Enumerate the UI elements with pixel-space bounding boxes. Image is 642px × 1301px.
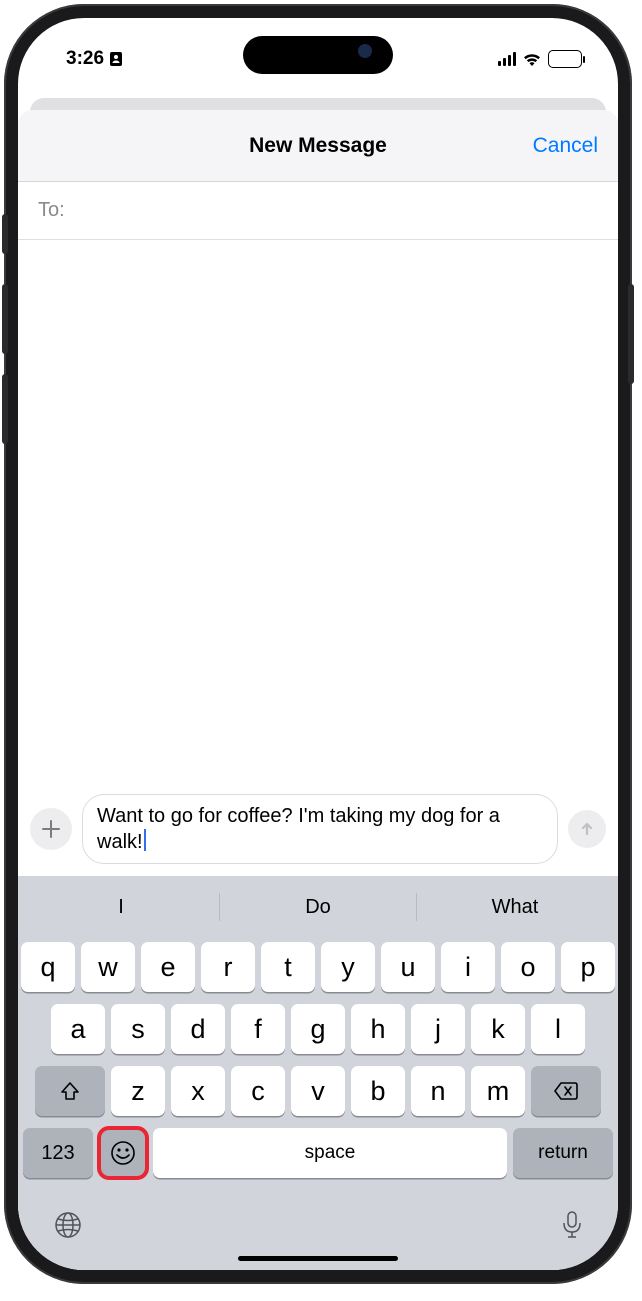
- key-z[interactable]: z: [111, 1066, 165, 1116]
- battery-level: 57: [559, 53, 571, 65]
- dictation-key[interactable]: [561, 1210, 583, 1245]
- text-cursor: [144, 829, 146, 851]
- key-j[interactable]: j: [411, 1004, 465, 1054]
- emoji-key[interactable]: [99, 1128, 147, 1178]
- key-row-3: z x c v b n m: [23, 1066, 613, 1116]
- microphone-icon: [561, 1210, 583, 1240]
- backspace-key[interactable]: [531, 1066, 601, 1116]
- compose-sheet: New Message Cancel To: Want to go for co…: [18, 110, 618, 1270]
- cancel-button[interactable]: Cancel: [533, 134, 598, 158]
- status-time: 3:26: [66, 48, 104, 70]
- return-key[interactable]: return: [513, 1128, 613, 1178]
- suggestion-2[interactable]: Do: [220, 896, 416, 919]
- key-n[interactable]: n: [411, 1066, 465, 1116]
- compose-row: Want to go for coffee? I'm taking my dog…: [18, 788, 618, 876]
- battery-indicator: 57: [548, 50, 582, 68]
- wifi-icon: [522, 52, 542, 67]
- key-row-2: a s d f g h j k l: [23, 1004, 613, 1054]
- message-input[interactable]: Want to go for coffee? I'm taking my dog…: [82, 794, 558, 864]
- key-v[interactable]: v: [291, 1066, 345, 1116]
- screen: 3:26 57 New Message Cancel To:: [18, 18, 618, 1270]
- volume-up-button: [2, 284, 8, 354]
- keyboard: I Do What q w e r t y u i o p: [18, 876, 618, 1270]
- key-b[interactable]: b: [351, 1066, 405, 1116]
- key-r[interactable]: r: [201, 942, 255, 992]
- key-o[interactable]: o: [501, 942, 555, 992]
- key-u[interactable]: u: [381, 942, 435, 992]
- home-indicator[interactable]: [238, 1256, 398, 1261]
- key-w[interactable]: w: [81, 942, 135, 992]
- key-e[interactable]: e: [141, 942, 195, 992]
- page-title: New Message: [249, 134, 387, 158]
- suggestion-bar: I Do What: [23, 882, 613, 932]
- key-s[interactable]: s: [111, 1004, 165, 1054]
- globe-icon: [53, 1210, 83, 1240]
- person-badge-icon: [109, 51, 123, 67]
- key-c[interactable]: c: [231, 1066, 285, 1116]
- key-m[interactable]: m: [471, 1066, 525, 1116]
- front-camera: [358, 44, 372, 58]
- backspace-icon: [553, 1081, 579, 1101]
- emoji-icon: [109, 1139, 137, 1167]
- shift-key[interactable]: [35, 1066, 105, 1116]
- nav-header: New Message Cancel: [18, 110, 618, 182]
- space-key[interactable]: space: [153, 1128, 507, 1178]
- plus-icon: [41, 819, 61, 839]
- key-x[interactable]: x: [171, 1066, 225, 1116]
- add-attachment-button[interactable]: [30, 808, 72, 850]
- key-k[interactable]: k: [471, 1004, 525, 1054]
- key-a[interactable]: a: [51, 1004, 105, 1054]
- key-d[interactable]: d: [171, 1004, 225, 1054]
- key-t[interactable]: t: [261, 942, 315, 992]
- cellular-signal-icon: [498, 52, 517, 66]
- key-q[interactable]: q: [21, 942, 75, 992]
- key-i[interactable]: i: [441, 942, 495, 992]
- message-text: Want to go for coffee? I'm taking my dog…: [97, 805, 500, 853]
- conversation-area: [18, 240, 618, 788]
- key-l[interactable]: l: [531, 1004, 585, 1054]
- volume-down-button: [2, 374, 8, 444]
- send-button[interactable]: [568, 810, 606, 848]
- power-button: [628, 284, 634, 384]
- globe-key[interactable]: [53, 1210, 83, 1245]
- key-y[interactable]: y: [321, 942, 375, 992]
- key-g[interactable]: g: [291, 1004, 345, 1054]
- arrow-up-icon: [578, 820, 596, 838]
- shift-icon: [59, 1080, 81, 1102]
- key-p[interactable]: p: [561, 942, 615, 992]
- mute-switch: [2, 214, 8, 254]
- key-f[interactable]: f: [231, 1004, 285, 1054]
- to-label: To:: [38, 199, 65, 222]
- to-field-row[interactable]: To:: [18, 182, 618, 240]
- key-row-4: 123 space return: [23, 1128, 613, 1178]
- suggestion-1[interactable]: I: [23, 896, 219, 919]
- phone-frame: 3:26 57 New Message Cancel To:: [4, 4, 632, 1284]
- key-h[interactable]: h: [351, 1004, 405, 1054]
- numbers-key[interactable]: 123: [23, 1128, 93, 1178]
- suggestion-3[interactable]: What: [417, 896, 613, 919]
- key-row-1: q w e r t y u i o p: [23, 942, 613, 992]
